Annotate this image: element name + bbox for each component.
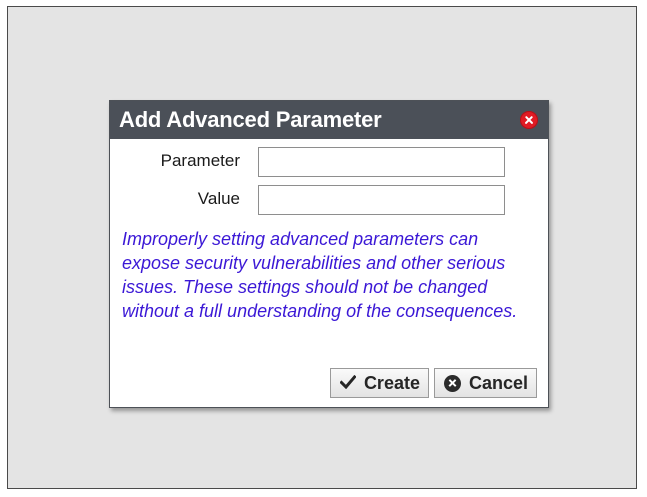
dialog-title: Add Advanced Parameter bbox=[119, 107, 382, 132]
value-input[interactable] bbox=[258, 185, 505, 215]
create-button-label: Create bbox=[363, 372, 420, 393]
close-icon[interactable] bbox=[520, 111, 538, 129]
dialog-buttons: Create Cancel bbox=[329, 368, 537, 398]
dialog-titlebar: Add Advanced Parameter bbox=[110, 101, 548, 139]
parameter-label: Parameter bbox=[160, 151, 240, 170]
parameter-row: Parameter bbox=[110, 147, 548, 177]
add-advanced-parameter-dialog: Add Advanced Parameter Parameter Value I… bbox=[109, 100, 549, 408]
create-button[interactable]: Create bbox=[329, 368, 429, 398]
warning-text: Improperly setting advanced parameters c… bbox=[122, 229, 518, 321]
check-icon bbox=[339, 373, 357, 394]
parameter-input[interactable] bbox=[258, 147, 505, 177]
value-row: Value bbox=[110, 185, 548, 215]
page-background: Add Advanced Parameter Parameter Value I… bbox=[7, 6, 637, 489]
cancel-circle-icon bbox=[443, 374, 461, 392]
cancel-button[interactable]: Cancel bbox=[433, 368, 537, 398]
value-label: Value bbox=[197, 189, 240, 208]
cancel-button-label: Cancel bbox=[468, 372, 528, 393]
